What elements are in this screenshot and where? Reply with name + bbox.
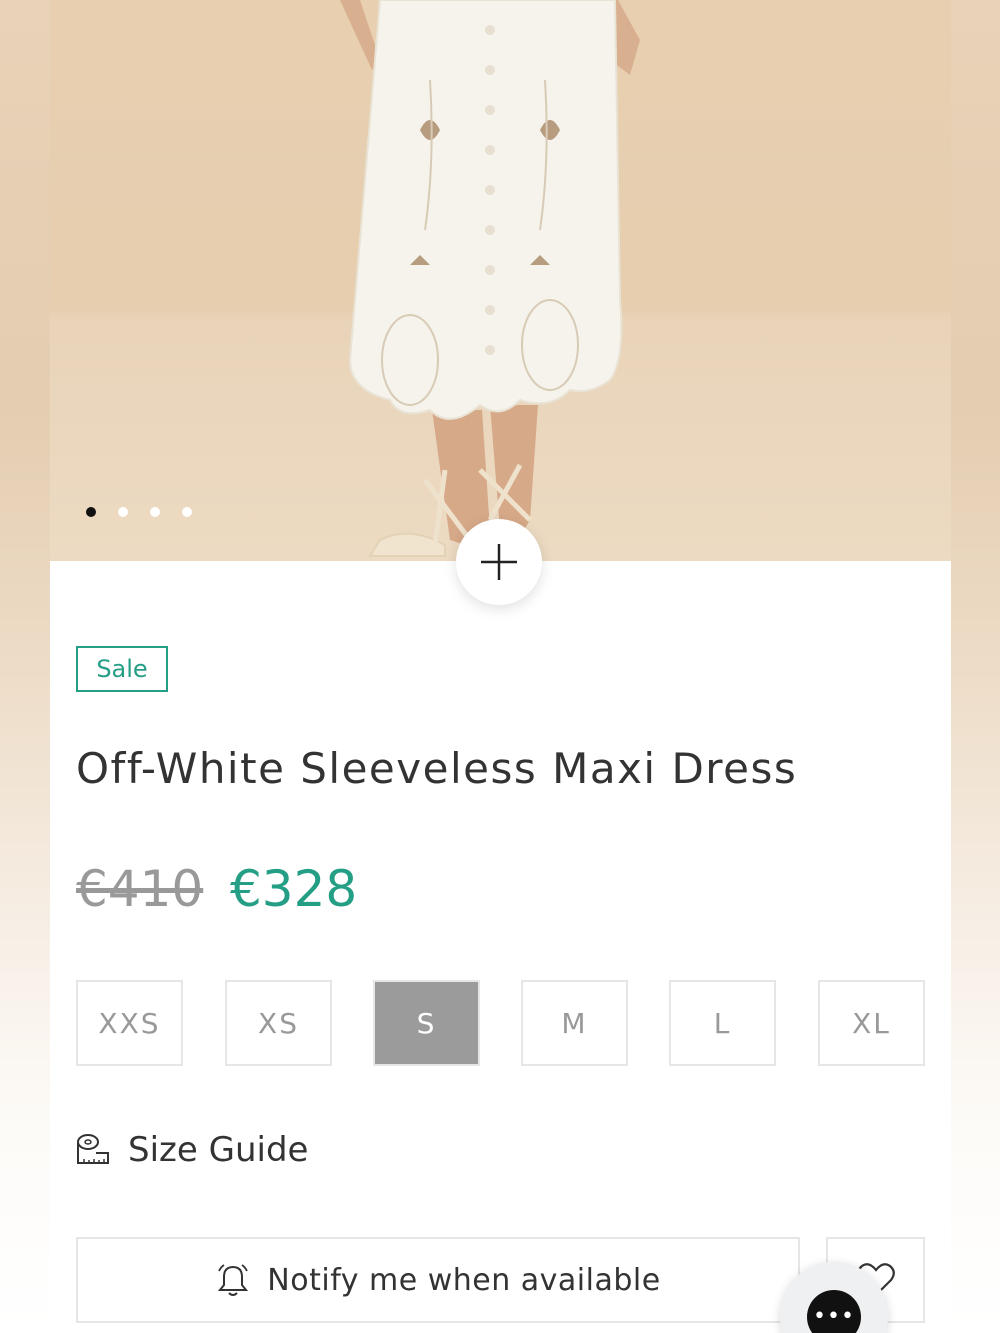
zoom-button[interactable]: [456, 519, 542, 605]
size-option-xl[interactable]: XL: [818, 980, 925, 1066]
size-option-xs[interactable]: XS: [225, 980, 332, 1066]
sale-price: €328: [230, 860, 358, 918]
size-selector: XXS XS S M L XL: [76, 980, 926, 1066]
measuring-tape-icon: [77, 1134, 109, 1164]
image-pagination: [86, 507, 192, 517]
size-option-l[interactable]: L: [669, 980, 776, 1066]
image-dot[interactable]: [182, 507, 192, 517]
image-dot[interactable]: [86, 507, 96, 517]
notify-label: Notify me when available: [267, 1262, 661, 1298]
product-card: Sale Off-White Sleeveless Maxi Dress €41…: [50, 0, 951, 1333]
sale-badge: Sale: [76, 646, 168, 692]
size-option-xxs[interactable]: XXS: [76, 980, 183, 1066]
size-guide-link[interactable]: Size Guide: [76, 1130, 308, 1170]
bell-icon: [218, 1264, 249, 1296]
dress-illustration: [340, 0, 640, 557]
size-guide-label: Size Guide: [128, 1130, 309, 1170]
chat-ellipsis-icon: •••: [807, 1290, 861, 1333]
original-price: €410: [76, 860, 204, 918]
product-title: Off-White Sleeveless Maxi Dress: [76, 744, 798, 793]
size-option-m[interactable]: M: [521, 980, 628, 1066]
plus-icon: [481, 544, 517, 580]
product-image[interactable]: [50, 0, 951, 561]
image-dot[interactable]: [118, 507, 128, 517]
notify-button[interactable]: Notify me when available: [76, 1237, 800, 1323]
size-option-s[interactable]: S: [373, 980, 480, 1066]
image-dot[interactable]: [150, 507, 160, 517]
